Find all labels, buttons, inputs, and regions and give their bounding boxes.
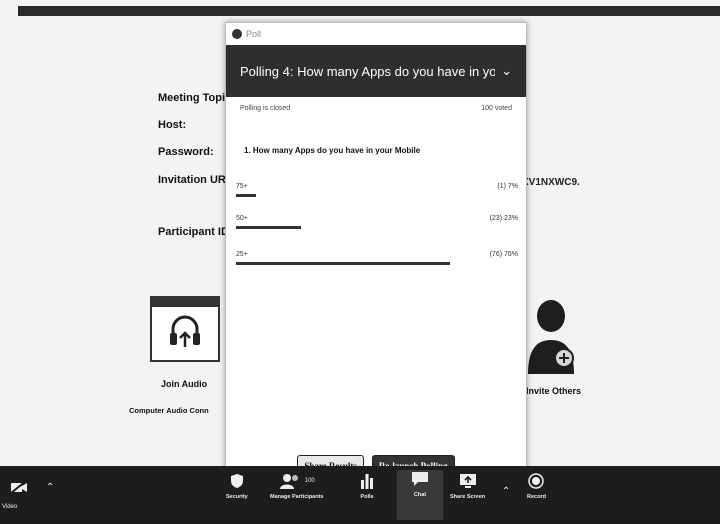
password-label: Password:: [158, 146, 214, 158]
invitation-url-label: Invitation UR: [158, 174, 226, 186]
poll-answer: 75+ (1) 7%: [236, 183, 518, 197]
shield-icon: [230, 474, 243, 488]
answer-label: 25+: [236, 251, 248, 258]
poll-bar-icon: [361, 474, 373, 489]
answer-bar: [236, 194, 256, 197]
video-control[interactable]: ⌃: [10, 480, 54, 494]
poll-title: Polling 4: How many Apps do you have in …: [240, 63, 496, 79]
record-icon: [528, 473, 545, 489]
share-options-caret[interactable]: ⌃: [502, 482, 510, 500]
answer-result: (76) 76%: [489, 251, 518, 258]
poll-window-titlebar: Poll: [226, 23, 526, 45]
video-label: Video: [2, 504, 18, 510]
participant-count: 100: [304, 478, 315, 484]
poll-window-title: Poll: [246, 29, 262, 39]
computer-audio-label: Computer Audio Conn: [129, 406, 209, 415]
join-audio-tile[interactable]: [150, 296, 220, 362]
answer-result: (23) 23%: [489, 215, 518, 222]
poll-status-row: Polling is closed 100 voted: [226, 97, 526, 112]
chat-icon: [412, 472, 428, 486]
meeting-topic-label: Meeting Topi: [158, 92, 226, 104]
polls-label: Polls: [360, 494, 374, 500]
caret-up-icon[interactable]: ⌃: [46, 482, 54, 493]
share-screen-button[interactable]: Share Screen: [450, 472, 485, 500]
headphones-icon: [170, 315, 200, 347]
poll-window: Poll Polling 4: How many Apps do you hav…: [225, 22, 527, 488]
poll-answer: 25+ (76) 76%: [236, 251, 518, 265]
meeting-toolbar: ⌃ Video Security 100 Manage Participants…: [0, 466, 720, 524]
invite-others-icon[interactable]: [520, 292, 582, 383]
join-audio-label[interactable]: Join Audio: [161, 379, 207, 389]
answer-result: (1) 7%: [497, 183, 518, 190]
chat-button[interactable]: Chat: [397, 470, 443, 520]
record-label: Record: [527, 494, 546, 500]
share-screen-icon: [459, 474, 476, 488]
security-button[interactable]: Security: [226, 472, 248, 500]
zoom-logo-icon: [232, 29, 242, 39]
caret-up-icon: ⌃: [502, 485, 511, 497]
answer-label: 50+: [236, 215, 248, 222]
chevron-down-icon[interactable]: ⌄: [501, 63, 512, 79]
poll-voted-count: 100 voted: [481, 105, 512, 112]
manage-participants-label: Manage Participants: [270, 494, 324, 500]
invitation-url-value: XV1NXWC9.: [522, 177, 580, 188]
manage-participants-button[interactable]: 100 Manage Participants: [270, 472, 324, 500]
tile-title-bar: [152, 298, 218, 311]
polls-button[interactable]: Polls: [360, 472, 374, 500]
video-off-icon: [10, 480, 27, 494]
share-screen-label: Share Screen: [450, 494, 486, 500]
answer-bar: [236, 262, 451, 265]
answer-bar: [236, 226, 301, 229]
security-label: Security: [226, 494, 248, 500]
poll-header[interactable]: Polling 4: How many Apps do you have in …: [226, 45, 526, 97]
chat-label: Chat: [413, 492, 427, 498]
window-top-bar: [18, 6, 720, 16]
host-label: Host:: [158, 119, 187, 131]
answer-label: 75+: [236, 183, 248, 190]
poll-answer: 50+ (23) 23%: [236, 215, 518, 229]
participant-id-label: Participant ID: [158, 226, 229, 238]
poll-status: Polling is closed: [240, 105, 291, 112]
invite-others-label[interactable]: Invite Others: [526, 386, 581, 396]
participants-icon: [279, 474, 298, 489]
poll-question: 1. How many Apps do you have in your Mob…: [244, 146, 421, 155]
record-button[interactable]: Record: [527, 472, 546, 500]
